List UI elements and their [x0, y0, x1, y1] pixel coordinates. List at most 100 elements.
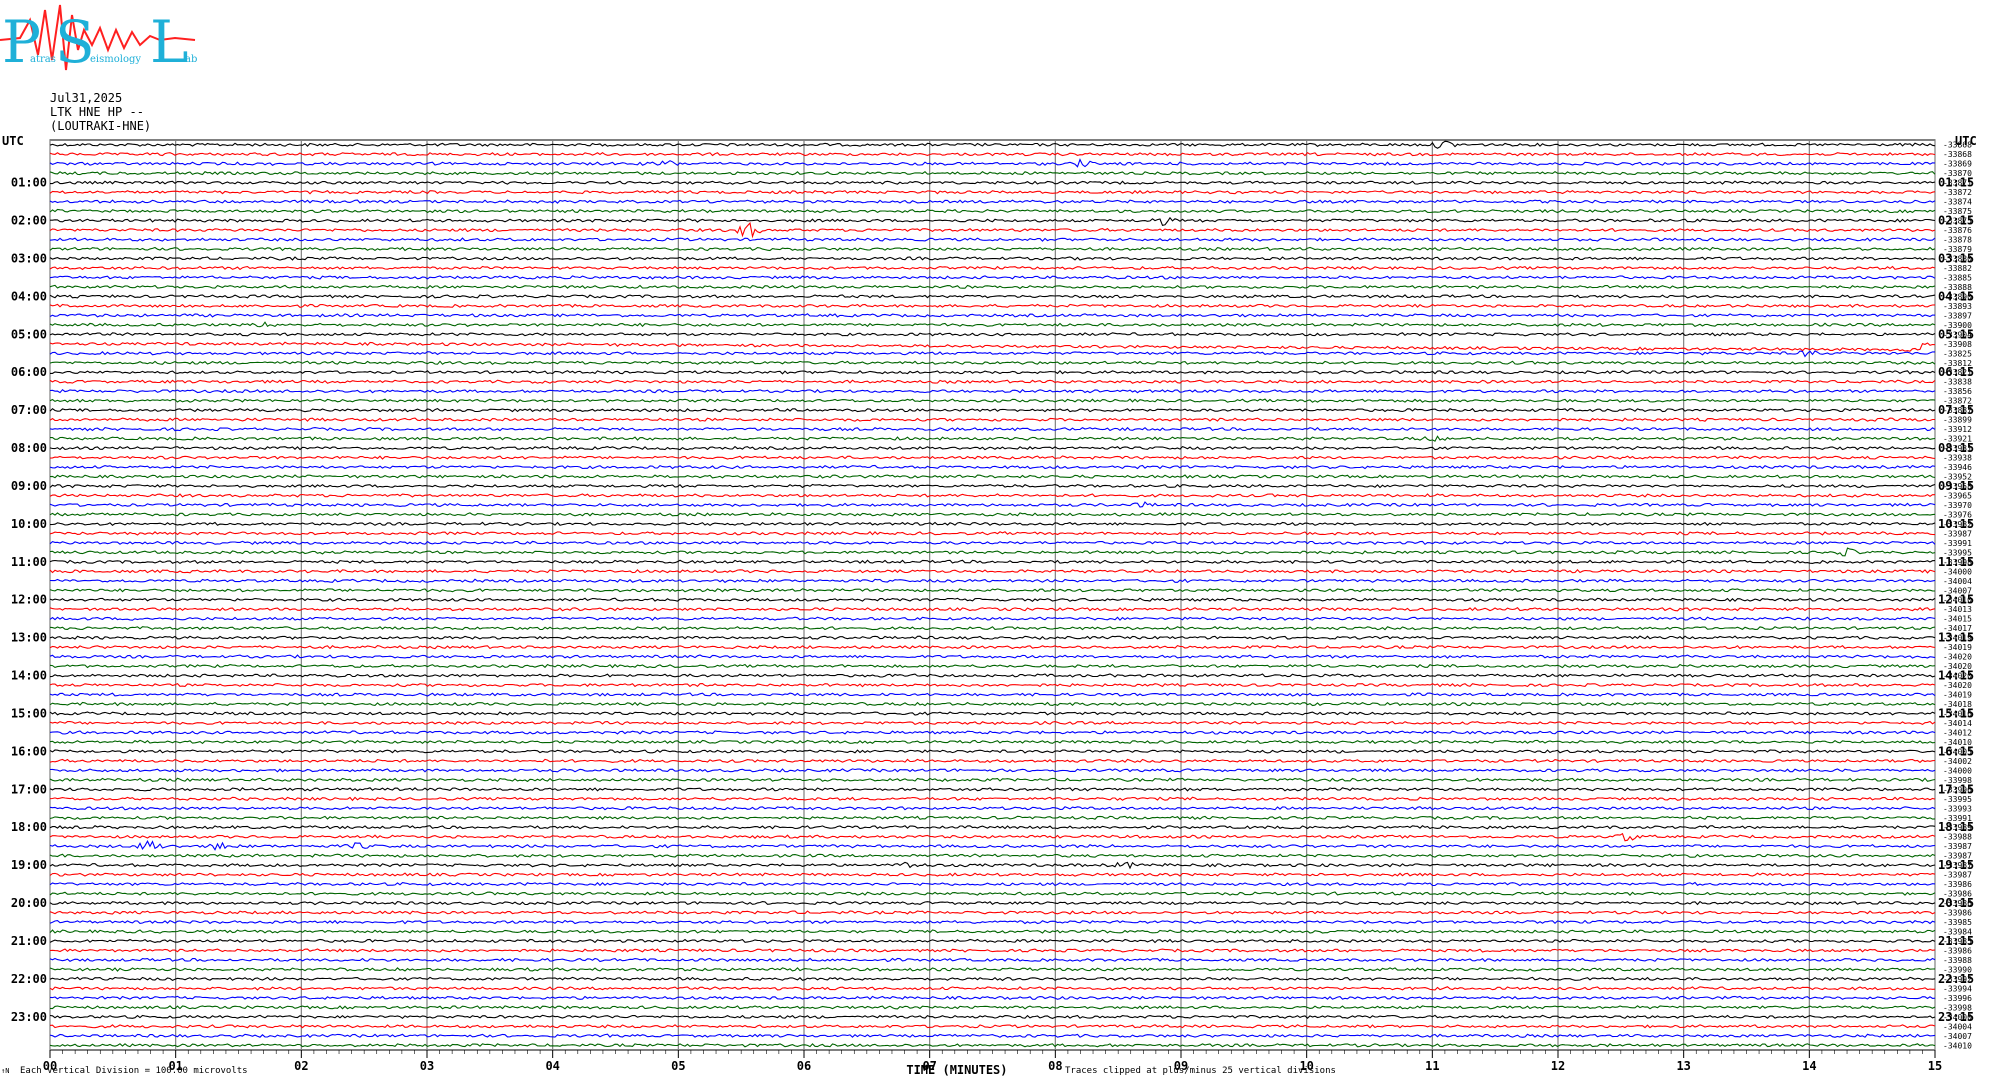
hour-label-right: 08:15	[1938, 441, 1974, 455]
seismic-trace	[50, 958, 1935, 961]
seismic-trace	[50, 968, 1935, 971]
seismic-trace	[50, 740, 1935, 743]
seismic-trace	[50, 238, 1935, 241]
seismic-trace	[50, 399, 1935, 402]
hour-label-left: 18:00	[11, 820, 47, 834]
seismic-trace	[50, 532, 1935, 535]
seismic-trace	[50, 218, 1935, 226]
seismic-trace	[50, 834, 1935, 841]
hour-label-left: 09:00	[11, 479, 47, 493]
seismic-trace	[50, 1006, 1935, 1009]
seismic-trace	[50, 655, 1935, 658]
hour-label-left: 04:00	[11, 289, 47, 303]
seismic-trace	[50, 570, 1935, 573]
trace-offset-label: -33856	[1943, 387, 1972, 396]
seismic-trace	[50, 295, 1935, 298]
hour-label-left: 15:00	[11, 706, 47, 720]
hour-label-right: 22:15	[1938, 972, 1974, 986]
hour-label-left: 22:00	[11, 972, 47, 986]
hour-label-left: 06:00	[11, 365, 47, 379]
trace-offset-label: -33885	[1943, 273, 1972, 282]
scale-note: Each Vertical Division = 100.00 microvol…	[20, 1066, 248, 1076]
seismic-trace	[50, 548, 1935, 556]
seismic-trace	[50, 579, 1935, 582]
hour-label-right: 14:15	[1938, 669, 1974, 683]
seismic-trace	[50, 248, 1935, 251]
seismic-trace	[50, 513, 1935, 516]
hour-label-left: 20:00	[11, 896, 47, 910]
trace-offset-label: -33970	[1943, 501, 1972, 510]
seismic-trace	[50, 223, 1935, 236]
hour-label-right: 23:15	[1938, 1010, 1974, 1024]
seismic-trace	[50, 1025, 1935, 1028]
seismic-trace	[50, 873, 1935, 876]
trace-offset-label: -33874	[1943, 198, 1972, 207]
hour-label-left: 12:00	[11, 593, 47, 607]
seismic-trace	[50, 769, 1935, 772]
seismic-trace	[50, 276, 1935, 279]
hour-label-left: 23:00	[11, 1010, 47, 1024]
seismic-trace	[50, 390, 1935, 393]
seismic-trace	[50, 475, 1935, 478]
seismic-trace	[50, 522, 1935, 525]
trace-offset-label: -33987	[1943, 842, 1972, 851]
seismic-trace	[50, 314, 1935, 317]
hour-label-right: 10:15	[1938, 517, 1974, 531]
hour-label-left: 03:00	[11, 251, 47, 265]
hour-label-right: 19:15	[1938, 858, 1974, 872]
hour-label-right: 15:15	[1938, 706, 1974, 720]
seismic-trace	[50, 1015, 1935, 1018]
hour-label-left: 16:00	[11, 744, 47, 758]
seismic-trace	[50, 1044, 1935, 1047]
trace-offset-label: -33868	[1943, 150, 1972, 159]
seismic-trace	[50, 342, 1935, 351]
x-tick-label: 15	[1928, 1059, 1942, 1073]
seismic-trace	[50, 854, 1935, 857]
seismic-trace	[50, 428, 1935, 431]
seismic-trace	[50, 351, 1935, 357]
seismic-trace	[50, 160, 1935, 167]
seismic-trace	[50, 361, 1935, 364]
hour-label-right: 11:15	[1938, 555, 1974, 569]
seismic-trace	[50, 418, 1935, 421]
hour-label-right: 05:15	[1938, 327, 1974, 341]
hour-label-left: 08:00	[11, 441, 47, 455]
hour-label-right: 07:15	[1938, 403, 1974, 417]
trace-offset-label: -33996	[1943, 994, 1972, 1003]
hour-label-right: 04:15	[1938, 289, 1974, 303]
hour-label-left: 21:00	[11, 934, 47, 948]
seismic-trace	[50, 322, 1935, 327]
trace-offset-label: -33869	[1943, 160, 1972, 169]
seismic-trace	[50, 617, 1935, 620]
seismic-trace	[50, 447, 1935, 450]
seismic-trace	[50, 703, 1935, 706]
x-tick-label: 02	[294, 1059, 308, 1073]
hour-label-left: 01:00	[11, 176, 47, 190]
hour-label-right: 18:15	[1938, 820, 1974, 834]
seismic-trace	[50, 285, 1935, 288]
left-axis-label: UTC	[2, 134, 24, 148]
x-tick-label: 14	[1802, 1059, 1816, 1073]
x-tick-label: 12	[1551, 1059, 1565, 1073]
seismic-trace	[50, 930, 1935, 933]
seismic-trace	[50, 646, 1935, 649]
seismic-trace	[50, 826, 1935, 829]
seismic-trace	[50, 892, 1935, 895]
seismic-trace	[50, 560, 1935, 563]
hour-label-right: 12:15	[1938, 593, 1974, 607]
seismic-trace	[50, 731, 1935, 734]
seismic-trace	[50, 807, 1935, 810]
hour-label-right: 06:15	[1938, 365, 1974, 379]
seismic-trace	[50, 665, 1935, 668]
x-tick-label: 08	[1048, 1059, 1062, 1073]
hour-label-right: 01:15	[1938, 176, 1974, 190]
seismic-trace	[50, 153, 1935, 156]
right-axis-label: UTC	[1955, 134, 1977, 148]
seismic-trace	[50, 172, 1935, 175]
trace-offset-label: -33991	[1943, 539, 1972, 548]
seismic-trace	[50, 333, 1935, 336]
helicorder-chart: 00 01 02 03 04 05 06 07 08 09 10 11 12 13 14 15-33868-3…	[0, 0, 2010, 1080]
trace-offset-label: -34007	[1943, 1032, 1972, 1041]
trace-offset-label: -33985	[1943, 918, 1972, 927]
trace-offset-label: -34012	[1943, 728, 1972, 737]
